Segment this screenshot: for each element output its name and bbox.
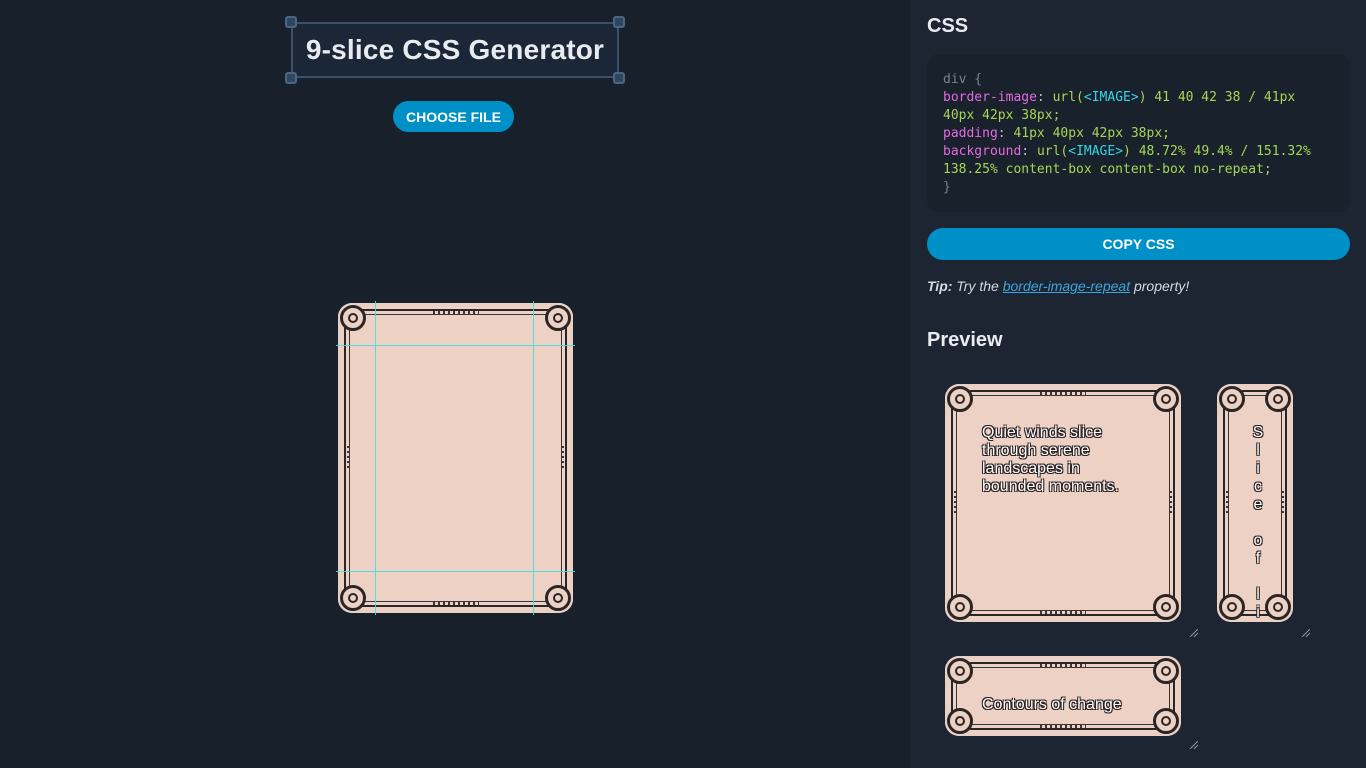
tip-text: Tip: Try the border-image-repeat propert…: [927, 278, 1189, 294]
preview-text-narrow-char: [1256, 514, 1260, 532]
frame-ornament-top: [432, 311, 479, 314]
resize-handle-bottom-right[interactable]: [613, 72, 625, 84]
title-frame: 9-slice CSS Generator: [291, 22, 619, 78]
editor-panel: 9-slice CSS Generator CHOOSE FILE: [0, 0, 910, 768]
corner-ornament-icon: [340, 585, 366, 611]
code-selector-close: }: [943, 180, 951, 195]
preview-text-short[interactable]: Contours of change: [982, 696, 1152, 714]
code-prop: border-image: [943, 90, 1037, 105]
tip-before: Try the: [956, 278, 999, 294]
slice-guide-bottom[interactable]: [336, 571, 575, 572]
corner-ornament-icon: [947, 708, 973, 734]
preview-text-narrow-char: e: [1253, 496, 1263, 513]
border-image-repeat-link[interactable]: border-image-repeat: [1003, 278, 1130, 294]
choose-file-button[interactable]: CHOOSE FILE: [393, 101, 514, 132]
code-value: url(: [1036, 144, 1069, 159]
preview-text-narrow-char: o: [1253, 532, 1263, 549]
preview-text-narrow-char: i: [1256, 460, 1260, 477]
preview-heading: Preview: [927, 329, 1003, 351]
css-code-block[interactable]: div { border-image: url(<IMAGE>) 41 40 4…: [927, 54, 1350, 212]
source-image: [338, 303, 573, 613]
corner-ornament-icon: [1219, 386, 1245, 412]
preview-text-narrow-char: [1256, 568, 1260, 586]
frame-ornament-left: [347, 446, 350, 470]
preview-text-narrow-char: l: [1256, 586, 1260, 603]
resize-grip-icon[interactable]: [1190, 629, 1198, 637]
preview-text-narrow-char: S: [1252, 424, 1264, 441]
corner-ornament-icon: [340, 305, 366, 331]
preview-text-narrow-char: i: [1256, 604, 1260, 620]
code-value: 41px 40px 42px 38px;: [1013, 126, 1170, 141]
code-image-token: <IMAGE>: [1068, 144, 1124, 159]
preview-text-narrow-char: l: [1256, 442, 1260, 459]
resize-handle-bottom-left[interactable]: [285, 72, 297, 84]
preview-text-large[interactable]: Quiet winds slice through serene landsca…: [982, 424, 1142, 496]
code-prop: padding: [943, 126, 998, 141]
resize-grip-icon[interactable]: [1302, 629, 1310, 637]
page-title: 9-slice CSS Generator: [305, 34, 605, 65]
css-heading: CSS: [927, 15, 969, 37]
corner-ornament-icon: [1153, 658, 1179, 684]
code-value: 40px 42px 38px;: [943, 108, 1061, 123]
frame-inner-line: [349, 314, 562, 602]
tip-label: Tip:: [927, 278, 953, 294]
resize-handle-top-right[interactable]: [613, 16, 625, 28]
code-selector-open: div {: [943, 72, 983, 87]
code-value: ) 48.72% 49.4% / 151.32%: [1123, 144, 1311, 159]
preview-text-narrow[interactable]: Slice of life: [1249, 424, 1267, 620]
code-image-token: <IMAGE>: [1083, 90, 1139, 105]
slice-guide-left[interactable]: [375, 301, 376, 615]
corner-ornament-icon: [545, 305, 571, 331]
copy-css-button[interactable]: COPY CSS: [927, 228, 1350, 260]
corner-ornament-icon: [1153, 594, 1179, 620]
code-value: 138.25% content-box content-box no-repea…: [943, 162, 1272, 177]
corner-ornament-icon: [1153, 386, 1179, 412]
slice-guide-right[interactable]: [533, 301, 534, 615]
frame-ornament-right: [561, 446, 564, 470]
resize-grip-icon[interactable]: [1190, 741, 1198, 749]
corner-ornament-icon: [1219, 594, 1245, 620]
tip-after: property!: [1133, 278, 1190, 294]
corner-ornament-icon: [1153, 708, 1179, 734]
code-value: url(: [1052, 90, 1084, 105]
resize-handle-top-left[interactable]: [285, 16, 297, 28]
preview-text-narrow-char: c: [1254, 478, 1262, 495]
corner-ornament-icon: [545, 585, 571, 611]
frame-ornament-bottom: [432, 602, 479, 605]
corner-ornament-icon: [947, 658, 973, 684]
preview-text-narrow-char: f: [1255, 550, 1261, 567]
corner-ornament-icon: [1265, 594, 1291, 620]
slice-guide-top[interactable]: [336, 345, 575, 346]
code-value: ) 41 40 42 38 / 41px: [1138, 90, 1296, 105]
corner-ornament-icon: [1265, 386, 1291, 412]
corner-ornament-icon: [947, 594, 973, 620]
preview-box-large[interactable]: [945, 384, 1181, 622]
code-prop: background: [943, 144, 1022, 159]
corner-ornament-icon: [947, 386, 973, 412]
